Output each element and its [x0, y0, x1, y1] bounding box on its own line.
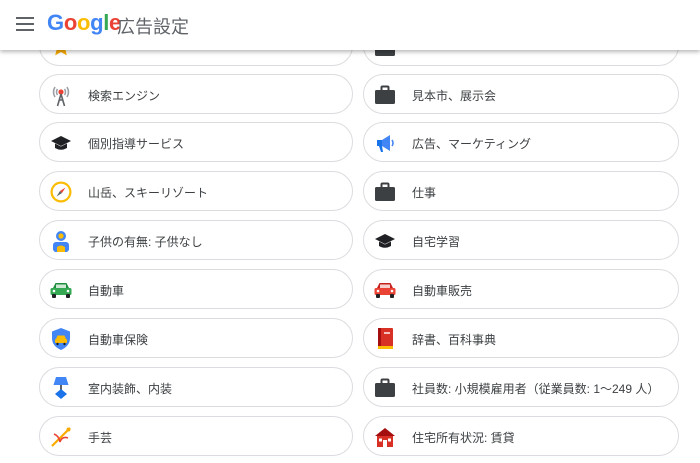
topic-card[interactable]: 山岳、スキーリゾート	[39, 171, 353, 211]
briefcase-icon	[373, 180, 397, 204]
topic-card[interactable]: 自動車販売	[363, 269, 679, 309]
book-icon	[373, 327, 397, 351]
topic-grid: 検索エンジン 見本市、展示会 個別指導サービス 広告、マーケティング 山岳、スキ…	[0, 0, 700, 463]
lamp-icon	[49, 376, 73, 400]
megaphone-icon	[373, 131, 397, 155]
topic-card[interactable]: 個別指導サービス	[39, 122, 353, 162]
topic-card[interactable]: 子供の有無: 子供なし	[39, 220, 353, 260]
topic-label: 自動車保険	[88, 333, 149, 347]
topic-card[interactable]: 住宅所有状況: 賃貸	[363, 416, 679, 456]
topic-card[interactable]: 辞書、百科事典	[363, 318, 679, 358]
topic-label: 見本市、展示会	[412, 89, 497, 103]
topic-card[interactable]: 手芸	[39, 416, 353, 456]
topic-card[interactable]: 室内装飾、内装	[39, 367, 353, 407]
topic-card[interactable]: 検索エンジン	[39, 74, 353, 114]
sewing-needle-icon	[49, 425, 73, 449]
topic-label: 山岳、スキーリゾート	[88, 186, 209, 200]
topic-label: 辞書、百科事典	[412, 333, 497, 347]
topic-label: 手芸	[88, 431, 113, 445]
topic-label: 社員数: 小規模雇用者（従業員数: 1～249 人）	[412, 382, 660, 396]
topic-card[interactable]: 自宅学習	[363, 220, 679, 260]
topic-label: 自宅学習	[412, 235, 461, 249]
car-shield-icon	[49, 327, 73, 351]
topic-label: 住宅所有状況: 賃貸	[412, 431, 515, 445]
graduation-cap-icon	[49, 131, 73, 155]
antenna-icon	[49, 83, 73, 107]
topic-card[interactable]: 自動車	[39, 269, 353, 309]
topic-card[interactable]: 仕事	[363, 171, 679, 211]
app-header: Google 広告設定	[0, 0, 700, 50]
topic-card[interactable]: 自動車保険	[39, 318, 353, 358]
topic-card[interactable]: 見本市、展示会	[363, 74, 679, 114]
topic-label: 子供の有無: 子供なし	[88, 235, 203, 249]
menu-icon[interactable]	[14, 13, 36, 35]
compass-icon	[49, 180, 73, 204]
topic-label: 広告、マーケティング	[412, 137, 532, 151]
ad-settings-page: 検索エンジン 見本市、展示会 個別指導サービス 広告、マーケティング 山岳、スキ…	[0, 0, 700, 463]
topic-label: 仕事	[412, 186, 437, 200]
car-icon	[373, 278, 397, 302]
topic-label: 室内装飾、内装	[88, 382, 173, 396]
car-icon	[49, 278, 73, 302]
topic-label: 自動車	[88, 284, 125, 298]
topic-label: 検索エンジン	[88, 89, 161, 103]
house-icon	[373, 425, 397, 449]
topic-label: 自動車販売	[412, 284, 473, 298]
graduation-cap-icon	[373, 229, 397, 253]
briefcase-icon	[373, 83, 397, 107]
page-title: 広告設定	[117, 17, 189, 37]
topic-card[interactable]: 広告、マーケティング	[363, 122, 679, 162]
topic-label: 個別指導サービス	[88, 137, 185, 151]
person-badge-icon	[49, 229, 73, 253]
briefcase-icon	[373, 376, 397, 400]
google-logo[interactable]: Google	[47, 10, 121, 36]
topic-card[interactable]: 社員数: 小規模雇用者（従業員数: 1～249 人）	[363, 367, 679, 407]
